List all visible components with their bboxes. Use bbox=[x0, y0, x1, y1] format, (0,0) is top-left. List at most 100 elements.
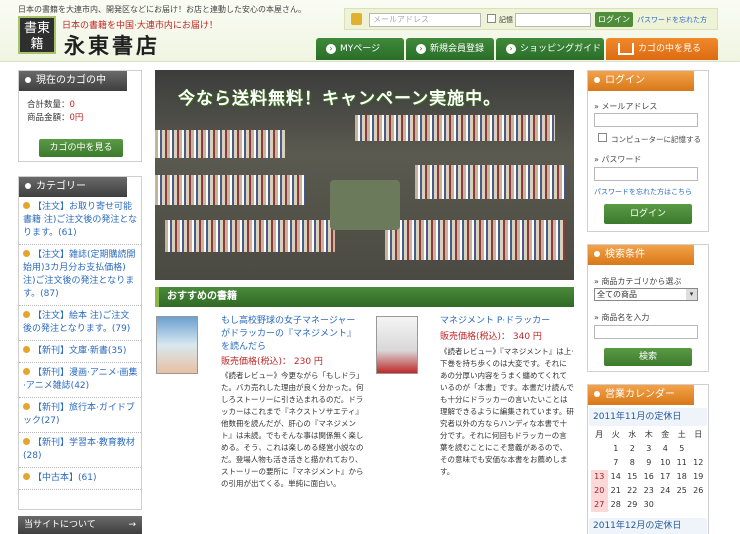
bullet-icon bbox=[23, 202, 30, 209]
cart-box-title: 現在のカゴの中 bbox=[36, 75, 106, 86]
search-name-label: » 商品名を入力 bbox=[594, 313, 650, 322]
calendar-day bbox=[591, 442, 608, 456]
login-password-input[interactable] bbox=[594, 167, 698, 181]
calendar-day: 19 bbox=[693, 472, 704, 481]
cart-box: 現在のカゴの中 合計数量：0 商品金額：0円 カゴの中を見る bbox=[18, 70, 142, 162]
site-header: 日本の書籍を大連市内、開発区などにお届け！お店と連動した安心の本屋さん。 書東籍… bbox=[0, 0, 740, 62]
calendar-weekday: 水 bbox=[628, 430, 637, 439]
calendar-day: 7 bbox=[613, 458, 619, 467]
login-box-title: ログイン bbox=[605, 75, 645, 86]
category-item[interactable]: 【新刊】旅行本·ガイドブック(27) bbox=[19, 398, 141, 433]
calendar-day: 5 bbox=[679, 444, 685, 453]
nav-register-label: 新規会員登録 bbox=[430, 44, 485, 54]
calendar-day: 25 bbox=[676, 486, 687, 495]
calendar-day: 26 bbox=[693, 486, 704, 495]
login-email-label: » メールアドレス bbox=[594, 102, 658, 111]
nav-cart-button[interactable]: カゴの中を見る bbox=[606, 38, 718, 60]
category-item[interactable]: 【注文】お取り寄せ可能書籍 注)ご注文後の発注となります。(61) bbox=[19, 197, 141, 245]
recommended-header: おすすめの書籍 bbox=[155, 287, 574, 307]
search-category-select[interactable]: 全ての商品 ▾ bbox=[594, 288, 698, 301]
nav-guide-button[interactable]: › ショッピングガイド bbox=[496, 38, 604, 60]
calendar-month-title: 2011年11月の定休日 bbox=[589, 408, 707, 426]
cart-box-header: 現在のカゴの中 bbox=[19, 71, 141, 91]
calendar-day: 17 bbox=[660, 472, 671, 481]
search-category-label: » 商品カテゴリから選ぶ bbox=[594, 277, 682, 286]
calendar-day: 8 bbox=[629, 458, 635, 467]
calendar-day: 28 bbox=[610, 500, 621, 509]
campaign-banner[interactable]: 今なら送料無料！キャンペーン実施中。 bbox=[155, 70, 574, 280]
calendar-day: 2 bbox=[629, 444, 635, 453]
calendar-day: 3 bbox=[646, 444, 652, 453]
login-remember-label: コンピューターに記憶する bbox=[611, 135, 701, 144]
bullet-icon bbox=[23, 311, 30, 318]
bullet-icon bbox=[23, 473, 30, 480]
cart-amount-label: 商品金額： bbox=[27, 113, 70, 123]
nav-register-button[interactable]: › 新規会員登録 bbox=[406, 38, 494, 60]
site-tagline: 日本の書籍を大連市内、開発区などにお届け！お店と連動した安心の本屋さん。 bbox=[18, 5, 306, 14]
bullet-icon bbox=[23, 346, 30, 353]
login-email-input[interactable] bbox=[594, 113, 698, 127]
calendar-weekday: 木 bbox=[644, 430, 653, 439]
book-title-link[interactable]: マネジメント P·ドラッカー bbox=[440, 315, 570, 328]
category-item-label: 【新刊】学習本·教育教材(28) bbox=[23, 438, 135, 461]
calendar-day: 23 bbox=[643, 486, 654, 495]
cart-qty-value: 0 bbox=[69, 100, 75, 110]
search-category-value: 全ての商品 bbox=[597, 290, 637, 299]
category-box-header: カテゴリー bbox=[19, 177, 141, 197]
login-forgot-link[interactable]: パスワードを忘れた方はこちら bbox=[594, 187, 692, 197]
book-cover-image[interactable] bbox=[376, 316, 418, 374]
nav-mypage-button[interactable]: › MYページ bbox=[316, 38, 404, 60]
bullet-icon bbox=[23, 368, 30, 375]
calendar-weekday: 土 bbox=[677, 430, 686, 439]
calendar-day-closed: 13 bbox=[591, 470, 608, 484]
bullet-icon bbox=[23, 403, 30, 410]
calendar-day: 29 bbox=[627, 500, 638, 509]
lock-icon bbox=[351, 13, 362, 25]
calendar-day: 16 bbox=[643, 472, 654, 481]
book-price: 販売価格(税込)： 340 円 bbox=[440, 332, 542, 342]
category-item[interactable]: 【中古本】(61) bbox=[19, 468, 141, 490]
calendar-weekday: 日 bbox=[694, 430, 703, 439]
category-item[interactable]: 【新刊】学習本·教育教材(28) bbox=[19, 433, 141, 468]
bookshelf-image bbox=[155, 130, 285, 158]
login-box-header: ログイン bbox=[588, 71, 708, 91]
book-title-link[interactable]: もし高校野球の女子マネージャーがドラッカーの『マネジメント』を読んだら bbox=[221, 315, 361, 354]
category-item[interactable]: 【新刊】漫画·アニメ·画集·アニメ雑誌(42) bbox=[19, 363, 141, 398]
login-button[interactable]: ログイン bbox=[604, 204, 692, 224]
category-item-label: 【中古本】(61) bbox=[33, 473, 97, 483]
cart-icon bbox=[618, 43, 634, 55]
bookshelf-image bbox=[155, 175, 305, 205]
category-item[interactable]: 【注文】絵本 注)ご注文後の発注となります。(79) bbox=[19, 306, 141, 341]
calendar-box-title: 営業カレンダー bbox=[605, 389, 675, 400]
header-remember-label: 記憶 bbox=[499, 16, 513, 24]
view-cart-button[interactable]: カゴの中を見る bbox=[39, 139, 123, 157]
about-site-header[interactable]: 当サイトについて → bbox=[18, 516, 142, 534]
bullet-icon bbox=[23, 438, 30, 445]
search-button[interactable]: 検索 bbox=[604, 348, 692, 366]
header-login-bar: メールアドレス 記憶 ログイン パスワードを忘れた方 bbox=[344, 8, 718, 30]
login-remember-checkbox[interactable] bbox=[598, 133, 607, 142]
category-item-label: 【注文】絵本 注)ご注文後の発注となります。(79) bbox=[23, 311, 131, 334]
site-logo[interactable]: 書東籍 bbox=[18, 16, 56, 54]
calendar-day: 30 bbox=[643, 500, 654, 509]
header-email-input[interactable]: メールアドレス bbox=[369, 13, 481, 27]
header-forgot-password-link[interactable]: パスワードを忘れた方 bbox=[637, 15, 707, 25]
nav-guide-label: ショッピングガイド bbox=[520, 44, 602, 54]
category-item-label: 【注文】雑誌(定期購読開始用)3カ月分お支払価格) 注)ご注文後の発注となります… bbox=[23, 250, 136, 299]
category-box-title: カテゴリー bbox=[36, 181, 86, 192]
category-item[interactable]: 【注文】雑誌(定期購読開始用)3カ月分お支払価格) 注)ご注文後の発注となります… bbox=[19, 245, 141, 306]
bullet-icon bbox=[23, 250, 30, 257]
header-login-button[interactable]: ログイン bbox=[595, 12, 633, 27]
calendar-weekday: 月 bbox=[595, 430, 604, 439]
site-brand[interactable]: 永東書店 bbox=[64, 30, 160, 60]
search-name-input[interactable] bbox=[594, 325, 698, 339]
calendar-day bbox=[657, 498, 674, 512]
search-box-header: 検索条件 bbox=[588, 245, 708, 265]
book-price: 販売価格(税込)： 230 円 bbox=[221, 357, 323, 367]
cart-amount-value: 0円 bbox=[69, 113, 84, 123]
category-item[interactable]: 【新刊】文庫·新書(35) bbox=[19, 341, 141, 363]
book-cover-image[interactable] bbox=[156, 316, 198, 374]
header-password-input[interactable] bbox=[515, 13, 591, 27]
calendar-weekday: 金 bbox=[661, 430, 670, 439]
header-remember-checkbox[interactable] bbox=[487, 14, 496, 23]
